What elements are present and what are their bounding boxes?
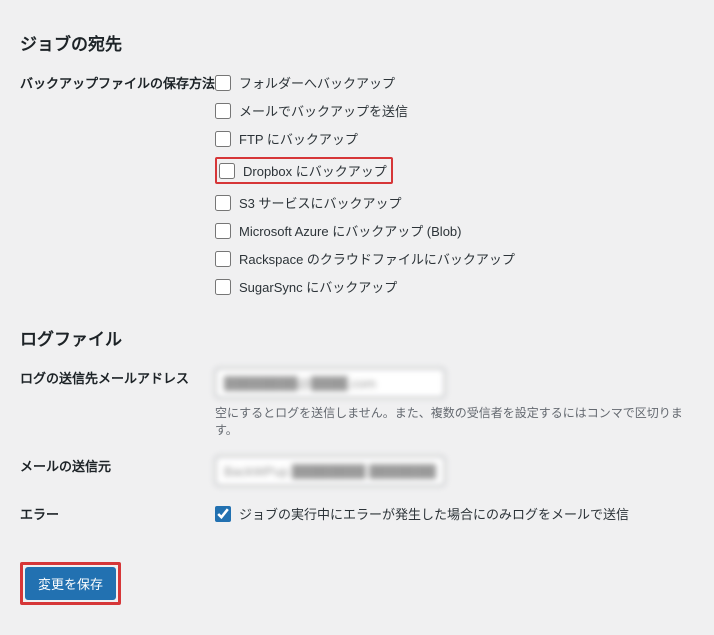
highlight-dest-3: Dropbox にバックアップ	[215, 157, 393, 184]
checkbox-dest-6[interactable]	[215, 251, 231, 267]
checkbox-label-dest-7: SugarSync にバックアップ	[239, 277, 397, 296]
save-button[interactable]: 変更を保存	[25, 567, 116, 600]
row-errors: エラー ジョブの実行中にエラーが発生した場合にのみログをメールで送信	[20, 504, 694, 532]
row-log-email-from: メールの送信元	[20, 456, 694, 486]
checkbox-dest-4[interactable]	[215, 195, 231, 211]
checkbox-label-dest-5: Microsoft Azure にバックアップ (Blob)	[239, 221, 462, 240]
field-log-email-to: 空にするとログを送信しません。また、複数の受信者を設定するにはコンマで区切ります…	[215, 368, 694, 438]
row-log-email-to: ログの送信先メールアドレス 空にするとログを送信しません。また、複数の受信者を設…	[20, 368, 694, 438]
checkbox-line-dest-0[interactable]: フォルダーへバックアップ	[215, 73, 694, 92]
checkbox-dest-2[interactable]	[215, 131, 231, 147]
checkbox-label-dest-3: Dropbox にバックアップ	[243, 161, 387, 180]
checkbox-label-dest-0: フォルダーへバックアップ	[239, 73, 395, 92]
checkbox-label-dest-1: メールでバックアップを送信	[239, 101, 408, 120]
section-destination-title: ジョブの宛先	[20, 30, 694, 55]
checkbox-dest-7[interactable]	[215, 279, 231, 295]
checkbox-dest-0[interactable]	[215, 75, 231, 91]
checkbox-line-dest-2[interactable]: FTP にバックアップ	[215, 129, 694, 148]
checkbox-line-dest-3[interactable]: Dropbox にバックアップ	[215, 157, 694, 184]
label-log-email-to: ログの送信先メールアドレス	[20, 368, 215, 388]
label-log-email-from: メールの送信元	[20, 456, 215, 476]
submit-highlight: 変更を保存	[20, 562, 121, 605]
checkbox-line-dest-7[interactable]: SugarSync にバックアップ	[215, 277, 694, 296]
label-errors: エラー	[20, 504, 215, 524]
section-logfiles-title: ログファイル	[20, 325, 694, 350]
checkbox-dest-1[interactable]	[215, 103, 231, 119]
checkbox-label-dest-4: S3 サービスにバックアップ	[239, 193, 402, 212]
field-log-email-from	[215, 456, 694, 486]
checkbox-line-dest-1[interactable]: メールでバックアップを送信	[215, 101, 694, 120]
checkbox-line-dest-4[interactable]: S3 サービスにバックアップ	[215, 193, 694, 212]
field-backup-storage: フォルダーへバックアップメールでバックアップを送信 FTP にバックアップ Drop…	[215, 73, 694, 305]
checkbox-dest-3[interactable]	[219, 163, 235, 179]
checkbox-label-dest-2: FTP にバックアップ	[239, 129, 358, 148]
checkbox-line-errors-only[interactable]: ジョブの実行中にエラーが発生した場合にのみログをメールで送信	[215, 504, 694, 523]
row-backup-storage: バックアップファイルの保存方法 フォルダーへバックアップメールでバックアップを送…	[20, 73, 694, 305]
checkbox-label-dest-6: Rackspace のクラウドファイルにバックアップ	[239, 249, 515, 268]
field-errors: ジョブの実行中にエラーが発生した場合にのみログをメールで送信	[215, 504, 694, 532]
checkbox-line-dest-5[interactable]: Microsoft Azure にバックアップ (Blob)	[215, 221, 694, 240]
input-log-email-to[interactable]	[215, 368, 445, 398]
checkbox-errors-only[interactable]	[215, 506, 231, 522]
checkbox-label-errors-only: ジョブの実行中にエラーが発生した場合にのみログをメールで送信	[239, 504, 629, 523]
submit-area: 変更を保存	[20, 562, 694, 605]
checkbox-dest-5[interactable]	[215, 223, 231, 239]
desc-log-email-to: 空にするとログを送信しません。また、複数の受信者を設定するにはコンマで区切ります…	[215, 404, 694, 438]
input-log-email-from[interactable]	[215, 456, 445, 486]
label-backup-storage: バックアップファイルの保存方法	[20, 73, 215, 93]
checkbox-line-dest-6[interactable]: Rackspace のクラウドファイルにバックアップ	[215, 249, 694, 268]
